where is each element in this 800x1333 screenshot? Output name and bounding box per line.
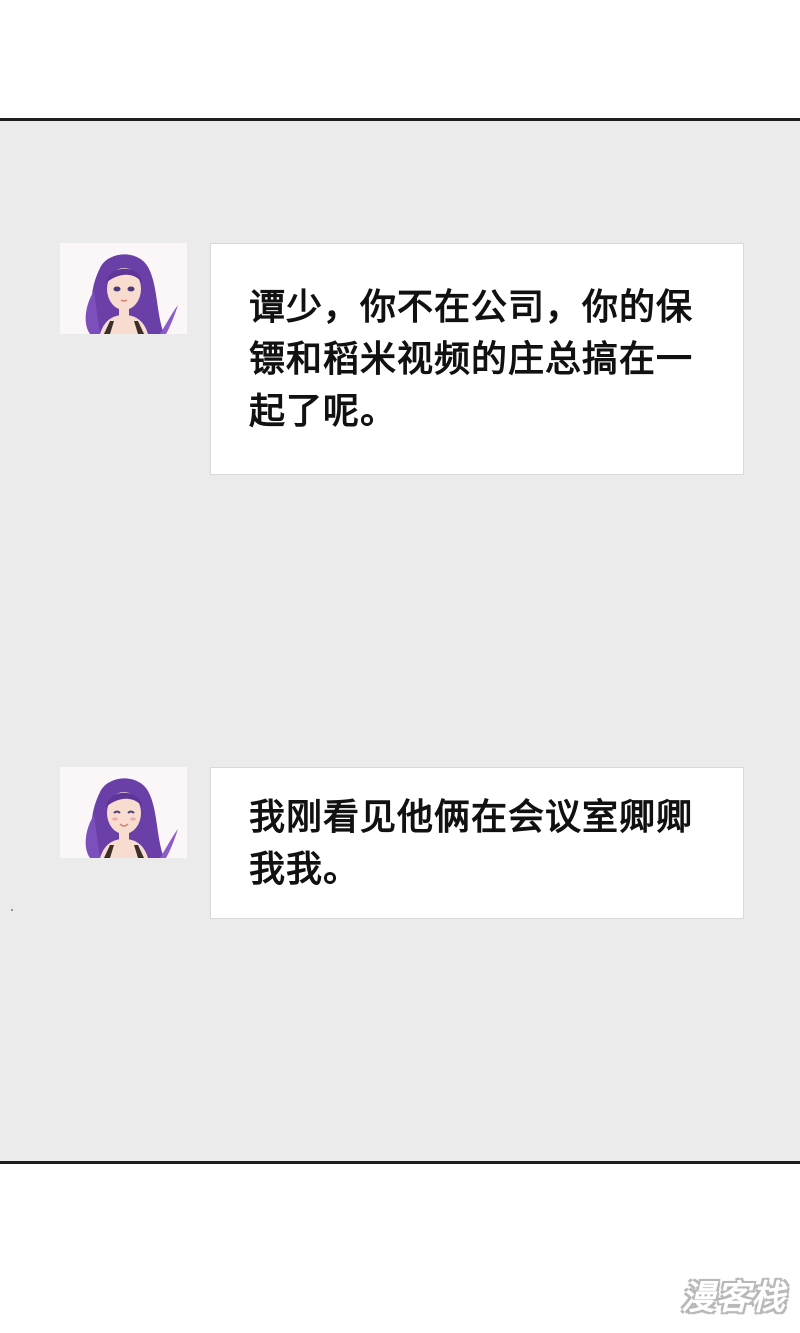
purple-haired-girl-avatar-icon	[60, 243, 187, 334]
watermark-logo: 漫客栈	[681, 1278, 786, 1318]
avatar	[60, 767, 187, 858]
avatar	[60, 243, 187, 334]
message-text: 谭少，你不在公司，你的保镖和稻米视频的庄总搞在一起了呢。	[249, 287, 694, 432]
purple-haired-girl-avatar-icon	[60, 767, 187, 858]
speech-bubble: 谭少，你不在公司，你的保镖和稻米视频的庄总搞在一起了呢。	[210, 243, 744, 475]
speech-bubble: 我刚看见他俩在会议室卿卿我我。	[210, 767, 744, 919]
chat-panel: 谭少，你不在公司，你的保镖和稻米视频的庄总搞在一起了呢。 我刚看见他俩在会议室卿…	[0, 118, 800, 1164]
message-text: 我刚看见他俩在会议室卿卿我我。	[249, 797, 694, 890]
comic-page: 谭少，你不在公司，你的保镖和稻米视频的庄总搞在一起了呢。 我刚看见他俩在会议室卿…	[0, 0, 800, 1333]
speck	[11, 909, 13, 911]
